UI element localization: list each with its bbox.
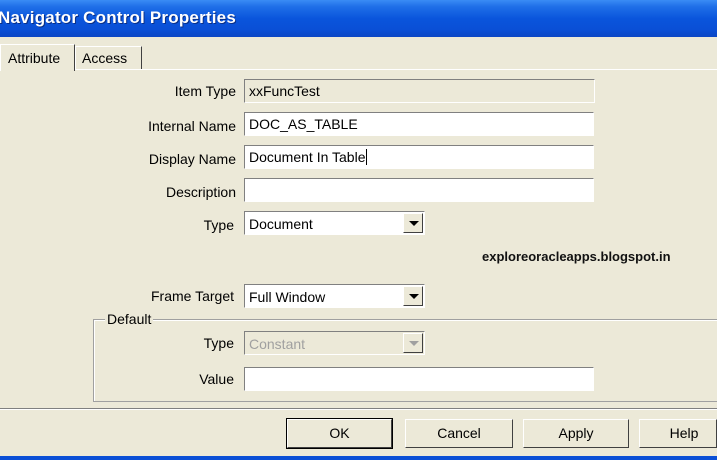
chevron-down-icon — [403, 333, 423, 353]
default-value-field[interactable] — [244, 367, 594, 391]
chevron-down-icon[interactable] — [403, 286, 423, 306]
ok-button[interactable]: OK — [286, 418, 393, 449]
item-type-label: Item Type — [174, 83, 236, 99]
type-select[interactable]: Document — [244, 211, 425, 235]
help-button[interactable]: Help — [639, 419, 717, 448]
title-bar[interactable]: Navigator Control Properties — [0, 0, 717, 37]
internal-name-label: Internal Name — [148, 118, 236, 134]
default-type-value: Constant — [249, 336, 306, 352]
tab-strip-line — [0, 69, 717, 70]
type-select-value: Document — [249, 216, 313, 232]
default-type-select[interactable]: Constant — [244, 331, 425, 355]
frame-target-value: Full Window — [249, 289, 326, 305]
tab-access-label: Access — [82, 50, 128, 66]
frame-target-label: Frame Target — [151, 288, 234, 304]
display-name-text: Document In Table — [249, 149, 366, 165]
default-value-label: Value — [199, 371, 234, 387]
cancel-button[interactable]: Cancel — [405, 419, 513, 448]
display-name-label: Display Name — [148, 151, 236, 167]
description-label: Description — [165, 184, 236, 200]
description-field[interactable] — [244, 178, 594, 202]
type-label: Type — [203, 217, 234, 233]
chevron-down-icon[interactable] — [403, 213, 423, 233]
tab-attribute[interactable]: Attribute — [0, 44, 75, 71]
tab-access[interactable]: Access — [75, 46, 142, 69]
watermark-text: exploreoracleapps.blogspot.in — [482, 249, 671, 264]
default-group-label: Default — [105, 311, 154, 327]
default-type-label: Type — [203, 335, 234, 351]
frame-target-select[interactable]: Full Window — [244, 284, 425, 308]
divider-highlight — [0, 409, 717, 410]
apply-button[interactable]: Apply — [523, 419, 629, 448]
internal-name-field[interactable]: DOC_AS_TABLE — [244, 112, 594, 136]
window-bottom-border — [0, 456, 717, 460]
window-title: Navigator Control Properties — [0, 8, 236, 27]
text-cursor — [366, 149, 368, 165]
display-name-field[interactable]: Document In Table — [244, 145, 594, 169]
item-type-field[interactable]: xxFuncTest — [244, 79, 595, 103]
tab-attribute-label: Attribute — [8, 50, 61, 66]
